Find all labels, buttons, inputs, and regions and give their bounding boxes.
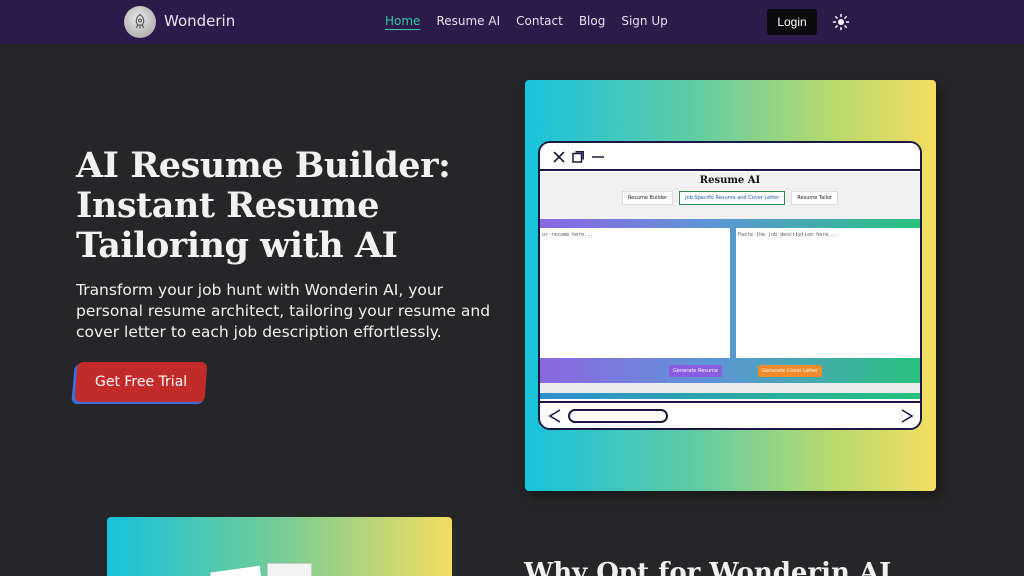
scrollbar-thumb: [568, 409, 668, 423]
browser-mockup: Resume AI Resume Builder Job Specific Re…: [538, 141, 922, 430]
hero-illustration: Resume AI Resume Builder Job Specific Re…: [525, 80, 936, 491]
preview-job-textarea: Paste the job description here...: [736, 228, 920, 358]
brand-name[interactable]: Wonderin: [164, 12, 235, 30]
section-heading: Why Opt for Wonderin AI: [524, 558, 892, 576]
nav-link-contact[interactable]: Contact: [516, 14, 563, 28]
nav-link-sign-up[interactable]: Sign Up: [621, 14, 667, 28]
close-icon: [552, 149, 566, 163]
preview-input-area: ur resume here... Paste the job descript…: [540, 219, 920, 359]
preview-tab-resume-builder: Resume Builder: [621, 191, 674, 205]
rocket-icon[interactable]: [124, 6, 156, 38]
preview-actions: Generate Resume Generate Cover Letter: [540, 359, 920, 383]
hero-subtitle: Transform your job hunt with Wonderin AI…: [76, 281, 491, 341]
hero-title: AI Resume Builder: Instant Resume Tailor…: [76, 145, 451, 266]
cta-label: Get Free Trial: [94, 374, 188, 390]
get-free-trial-button[interactable]: Get Free Trial: [74, 362, 208, 402]
nav-link-home[interactable]: Home: [385, 14, 420, 28]
browser-titlebar: [540, 143, 920, 171]
window-icon: [571, 149, 585, 163]
nav-link-blog[interactable]: Blog: [579, 14, 606, 28]
chevron-right-icon: [900, 408, 914, 428]
preview-tabs: Resume Builder Job Specific Resume and C…: [540, 191, 920, 205]
preview-divider: [540, 383, 920, 393]
login-button[interactable]: Login: [767, 9, 817, 35]
sun-icon[interactable]: [832, 13, 850, 31]
resume-card-image: [210, 565, 264, 576]
preview-generate-resume-button: Generate Resume: [669, 365, 722, 377]
preview-generate-cover-button: Generate Cover Letter: [758, 365, 822, 377]
cta-wrapper: Get Free Trial: [71, 362, 208, 404]
preview-footer-strip: [540, 393, 920, 399]
app-preview: Resume AI Resume Builder Job Specific Re…: [540, 173, 920, 399]
preview-tab-job-specific: Job Specific Resume and Cover Letter: [679, 191, 786, 205]
top-nav: Wonderin Home Resume AI Contact Blog Sig…: [0, 0, 1024, 44]
feature-illustration: [107, 517, 452, 576]
preview-app-title: Resume AI: [699, 175, 761, 186]
browser-footer: [540, 401, 920, 428]
preview-tab-resume-tailor: Resume Tailor: [791, 191, 839, 205]
chevron-left-icon: [548, 408, 562, 428]
resume-card-image: [267, 563, 312, 576]
minimize-icon: [591, 149, 605, 163]
preview-resume-textarea: ur resume here...: [540, 228, 730, 358]
nav-link-resume-ai[interactable]: Resume AI: [436, 14, 500, 28]
nav-links: Home Resume AI Contact Blog Sign Up: [385, 14, 668, 28]
